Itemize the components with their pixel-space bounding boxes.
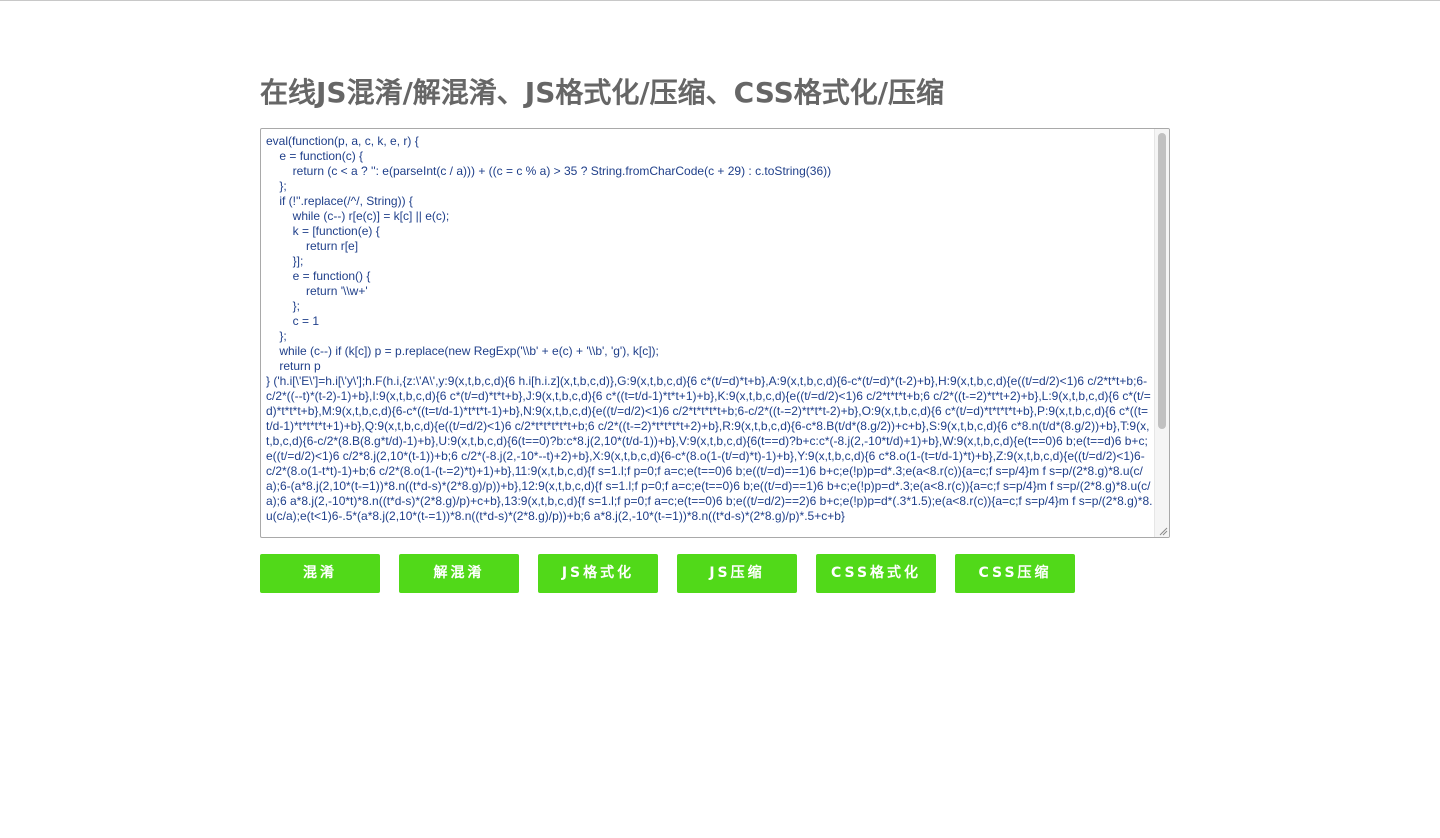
code-textarea[interactable]: eval(function(p, a, c, k, e, r) { e = fu… xyxy=(260,128,1170,538)
obfuscate-button[interactable]: 混淆 xyxy=(260,554,380,593)
deobfuscate-button[interactable]: 解混淆 xyxy=(399,554,519,593)
scrollbar-thumb[interactable] xyxy=(1158,133,1166,429)
top-border xyxy=(0,0,1440,1)
main-container: 在线JS混淆/解混淆、JS格式化/压缩、CSS格式化/压缩 eval(funct… xyxy=(260,70,1172,593)
resize-handle-icon[interactable] xyxy=(1158,526,1168,536)
action-buttons: 混淆 解混淆 JS格式化 JS压缩 CSS格式化 CSS压缩 xyxy=(260,554,1172,594)
js-format-button[interactable]: JS格式化 xyxy=(538,554,658,593)
css-compress-button[interactable]: CSS压缩 xyxy=(955,554,1075,593)
css-format-button[interactable]: CSS格式化 xyxy=(816,554,936,593)
js-compress-button[interactable]: JS压缩 xyxy=(677,554,797,593)
page-title: 在线JS混淆/解混淆、JS格式化/压缩、CSS格式化/压缩 xyxy=(260,76,944,109)
code-content[interactable]: eval(function(p, a, c, k, e, r) { e = fu… xyxy=(266,134,1154,524)
vertical-scrollbar[interactable] xyxy=(1154,129,1169,537)
